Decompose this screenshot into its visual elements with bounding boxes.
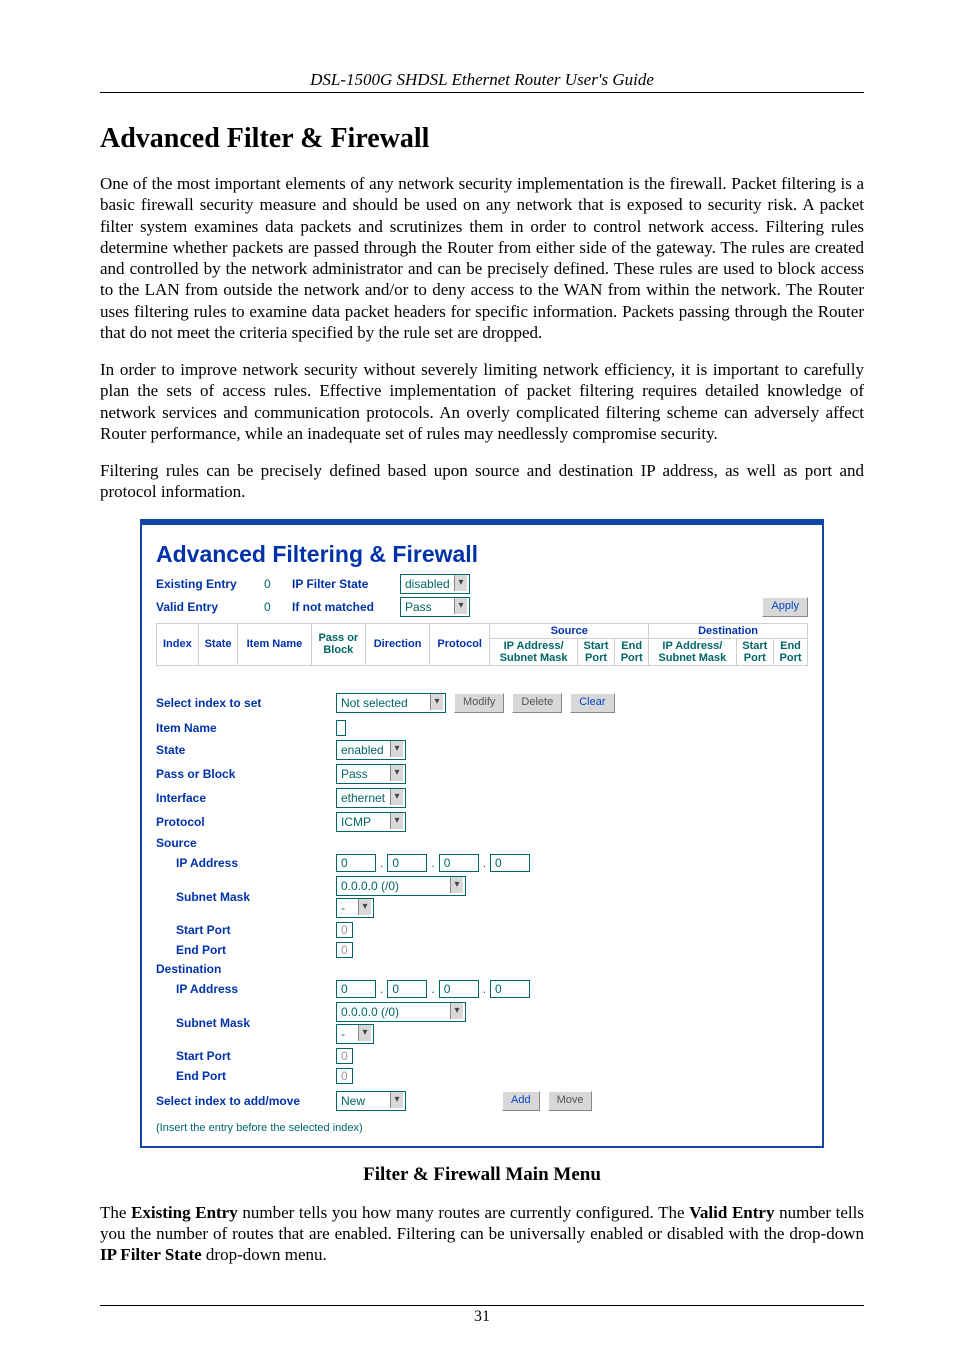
pass-block-label: Pass or Block [156,767,336,781]
col-state: State [198,623,238,665]
item-name-label: Item Name [156,721,336,735]
protocol-select[interactable]: ICMP [336,812,406,832]
existing-entry-value: 0 [264,577,284,591]
src-ip-octet[interactable]: 0 [387,854,427,872]
apply-button[interactable]: Apply [762,597,808,617]
running-head: DSL-1500G SHDSL Ethernet Router User's G… [100,70,864,93]
bold-term: IP Filter State [100,1245,202,1264]
dst-ip-octet[interactable]: 0 [439,980,479,998]
body-paragraph: Filtering rules can be precisely defined… [100,460,864,503]
modify-button[interactable]: Modify [454,693,504,713]
section-title: Advanced Filter & Firewall [100,123,864,155]
figure-caption: Filter & Firewall Main Menu [100,1164,864,1186]
state-select[interactable]: enabled [336,740,406,760]
existing-entry-label: Existing Entry [156,577,256,591]
state-label: State [156,743,336,757]
src-mask-label: Subnet Mask [156,890,336,904]
body-paragraph: In order to improve network security wit… [100,359,864,444]
col-index: Index [157,623,199,665]
col-dst-ip: IP Address/ Subnet Mask [649,638,736,665]
pass-block-select[interactable]: Pass [336,764,406,784]
dst-end-port-input[interactable]: 0 [336,1068,353,1084]
valid-entry-label: Valid Entry [156,600,256,614]
dst-end-port-label: End Port [156,1069,336,1083]
if-not-matched-select[interactable]: Pass [400,597,470,617]
dst-mask-select[interactable]: 0.0.0.0 (/0) [336,1002,466,1022]
col-item-name: Item Name [238,623,311,665]
col-dst-start: Start Port [736,638,773,665]
src-end-port-input[interactable]: 0 [336,942,353,958]
dst-mask-extra-select[interactable]: - [336,1024,374,1044]
src-mask-select[interactable]: 0.0.0.0 (/0) [336,876,466,896]
src-start-port-label: Start Port [156,923,336,937]
interface-label: Interface [156,791,336,805]
dst-ip-octet[interactable]: 0 [490,980,530,998]
dst-mask-label: Subnet Mask [156,1016,336,1030]
dst-ip-label: IP Address [156,982,336,996]
col-destination: Destination [649,623,808,638]
dst-ip-octet[interactable]: 0 [336,980,376,998]
insert-note: (Insert the entry before the selected in… [156,1122,808,1134]
src-mask-extra-select[interactable]: - [336,898,374,918]
col-src-ip: IP Address/ Subnet Mask [490,638,577,665]
select-index-select[interactable]: Not selected [336,693,446,713]
col-protocol: Protocol [430,623,490,665]
body-paragraph: One of the most important elements of an… [100,173,864,343]
router-panel: Advanced Filtering & Firewall Existing E… [140,519,824,1148]
delete-button[interactable]: Delete [512,693,562,713]
src-ip-label: IP Address [156,856,336,870]
source-heading: Source [156,836,336,850]
page-number: 31 [100,1305,864,1326]
select-index-label: Select index to set [156,696,336,710]
rules-table-header: Index State Item Name Pass or Block Dire… [156,623,808,666]
move-button[interactable]: Move [548,1091,593,1111]
item-name-input[interactable] [336,720,346,736]
bold-term: Existing Entry [131,1203,238,1222]
src-start-port-input[interactable]: 0 [336,922,353,938]
src-ip-octet[interactable]: 0 [336,854,376,872]
interface-select[interactable]: ethernet [336,788,406,808]
col-source: Source [490,623,649,638]
col-dst-end: End Port [774,638,808,665]
valid-entry-value: 0 [264,600,284,614]
dst-start-port-input[interactable]: 0 [336,1048,353,1064]
dst-ip-octet[interactable]: 0 [387,980,427,998]
bold-term: Valid Entry [689,1203,774,1222]
src-end-port-label: End Port [156,943,336,957]
if-not-matched-label: If not matched [292,600,392,614]
protocol-label: Protocol [156,815,336,829]
src-ip-octet[interactable]: 0 [490,854,530,872]
panel-title: Advanced Filtering & Firewall [156,541,808,568]
col-pass-block: Pass or Block [311,623,366,665]
dst-start-port-label: Start Port [156,1049,336,1063]
add-move-index-select[interactable]: New [336,1091,406,1111]
text: drop-down menu. [202,1245,327,1264]
col-src-end: End Port [615,638,649,665]
select-index-add-label: Select index to add/move [156,1094,336,1108]
destination-heading: Destination [156,962,336,976]
col-direction: Direction [366,623,430,665]
add-button[interactable]: Add [502,1091,540,1111]
clear-button[interactable]: Clear [570,693,614,713]
ip-filter-state-select[interactable]: disabled [400,574,470,594]
col-src-start: Start Port [577,638,614,665]
src-ip-octet[interactable]: 0 [439,854,479,872]
text: The [100,1203,131,1222]
ip-filter-state-label: IP Filter State [292,577,392,591]
body-paragraph: The Existing Entry number tells you how … [100,1202,864,1266]
text: number tells you how many routes are cur… [238,1203,689,1222]
